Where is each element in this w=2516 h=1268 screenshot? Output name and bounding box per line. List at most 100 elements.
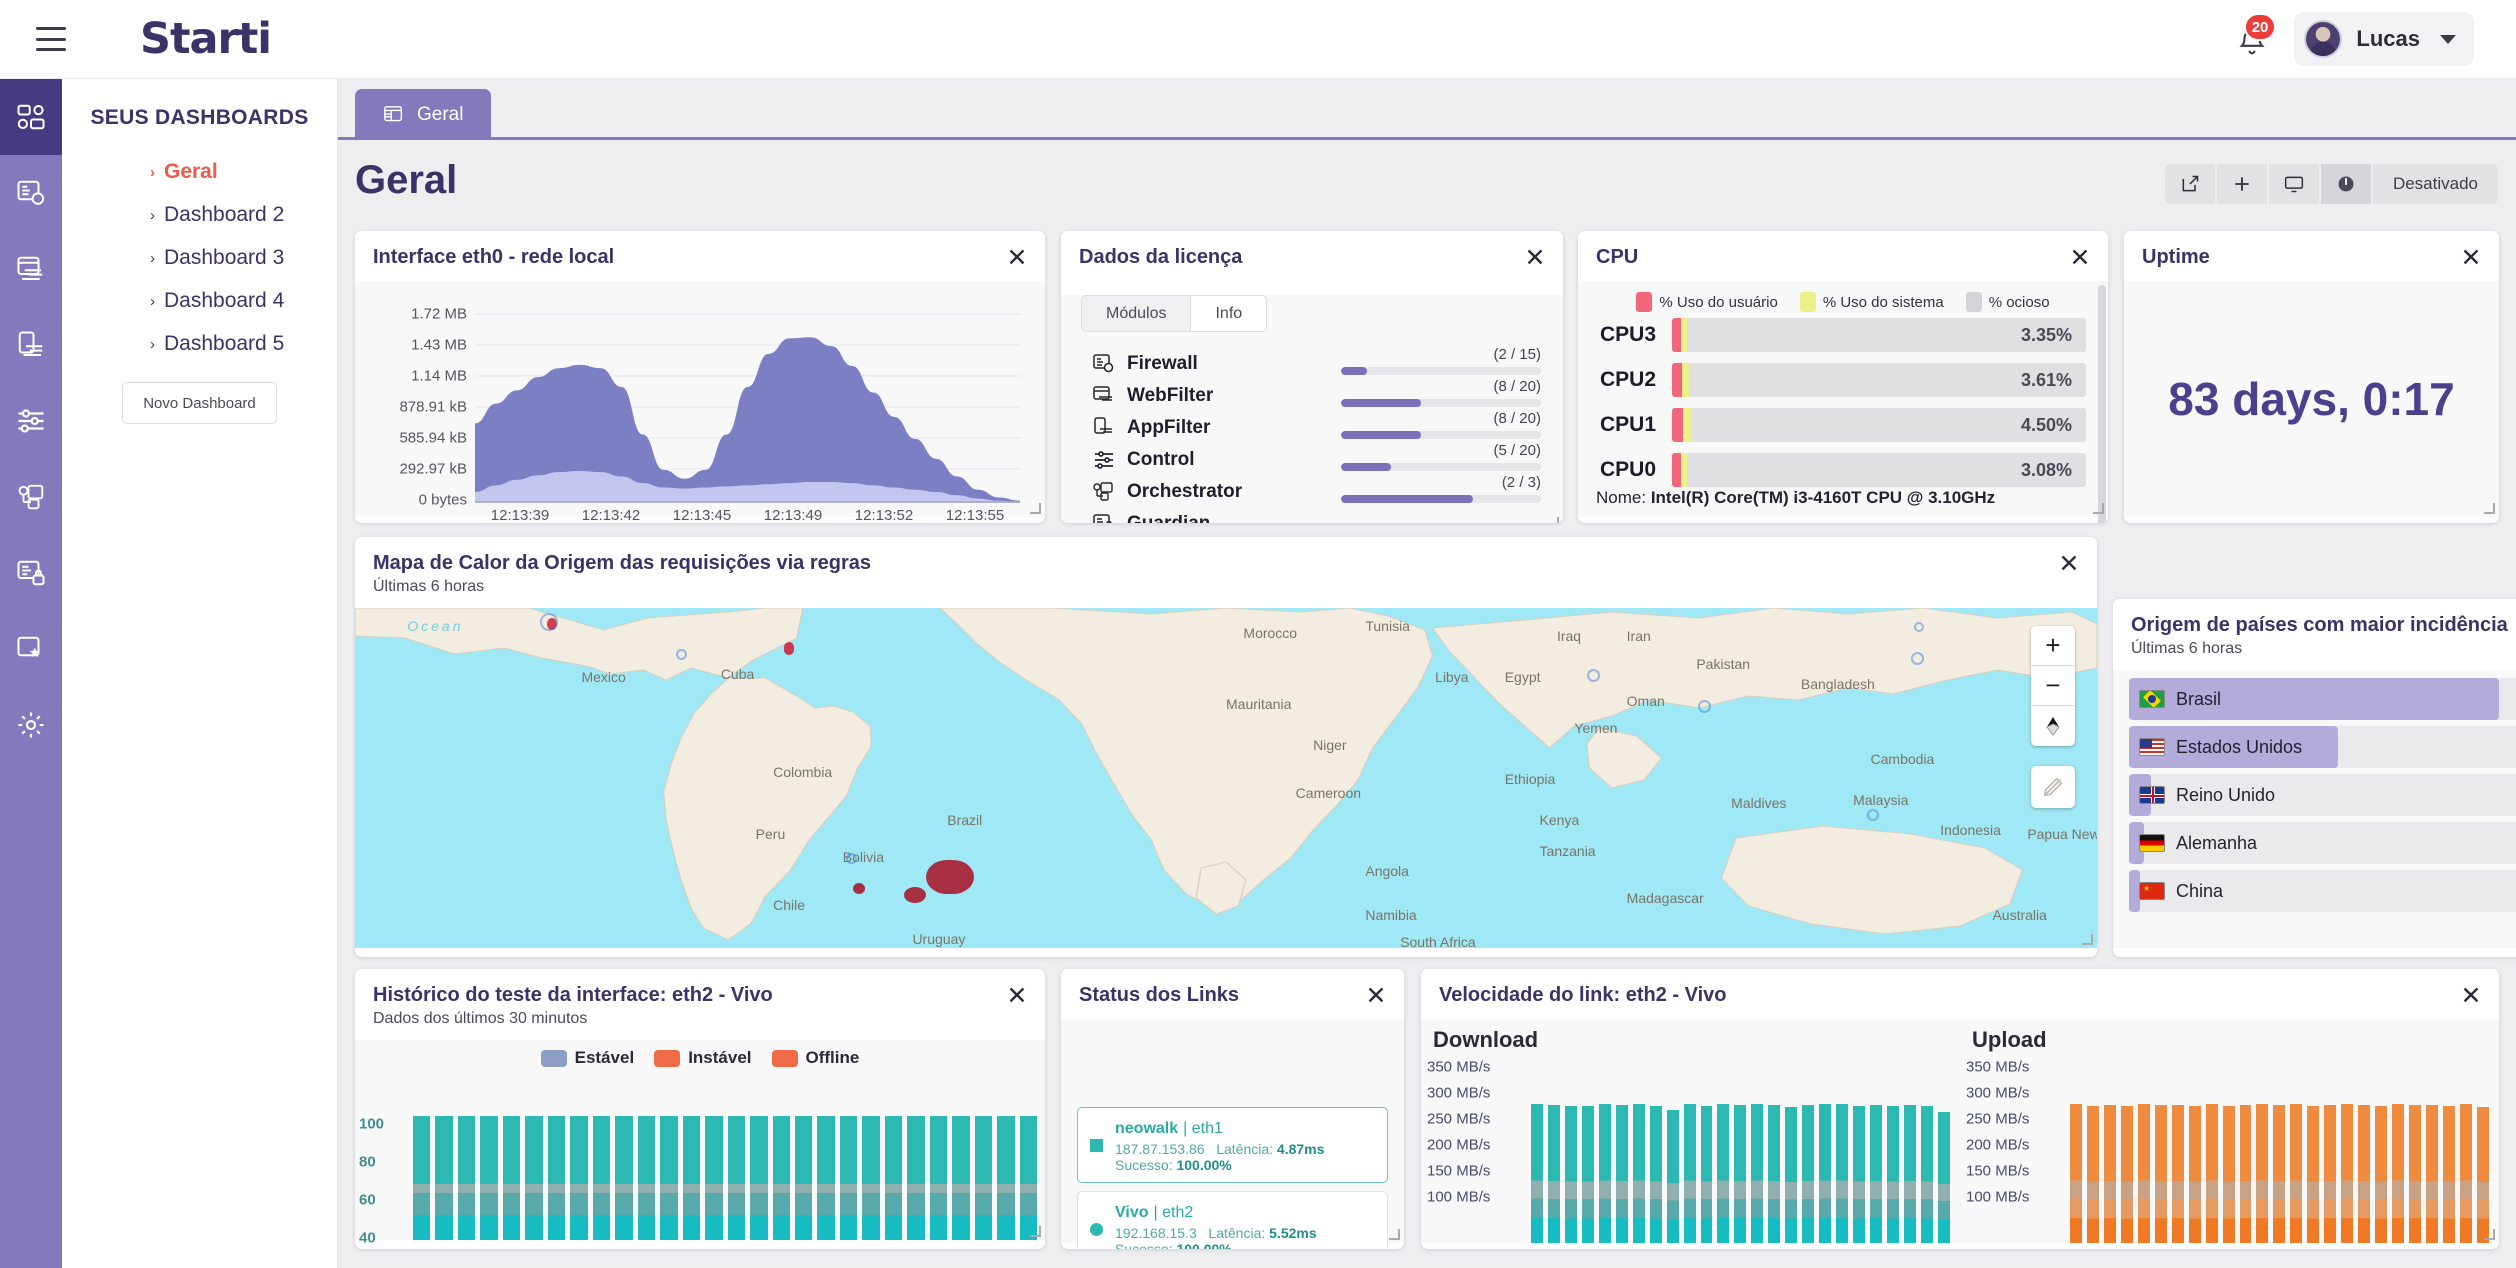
map-zoom-in-button[interactable]: + [2031,626,2075,666]
map-draw-button[interactable] [2031,766,2075,808]
close-icon[interactable]: ✕ [2066,244,2094,272]
y-tick: 80 [359,1153,376,1171]
close-icon[interactable]: ✕ [1521,244,1549,272]
link-item[interactable]: Vivo | eth2 192.168.15.3 Latência: 5.52m… [1077,1191,1388,1249]
country-row[interactable]: Estados Unidos 525 (29.54%) [2129,726,2516,768]
resize-handle[interactable] [1548,517,1559,523]
y-tick: 292.97 kB [399,460,467,478]
map-country-label: Ethiopia [1504,771,1556,788]
close-icon[interactable]: ✕ [1003,982,1031,1010]
country-row[interactable]: ★ China 29 (1.63%) [2129,870,2516,912]
app-logo: Starti [140,14,272,64]
legend-label: Instável [688,1048,752,1067]
sidebar-item-dashboard-2[interactable]: › Dashboard 2 [150,203,337,227]
chevron-right-icon: › [150,335,155,353]
widget-title: CPU [1596,246,1639,268]
cpu-bar: 3.35% [1672,318,2086,352]
rail-item-dashboard[interactable] [0,79,62,155]
widget-subtitle: Últimas 6 horas [373,578,485,595]
close-icon[interactable]: ✕ [2457,982,2485,1010]
edit-dashboard-button[interactable] [2165,164,2217,204]
resize-handle[interactable] [2484,503,2495,514]
rail-item-webfilter[interactable] [0,231,62,307]
bar [1700,1105,1713,1243]
widget-links: Status dos Links ✕ neowalk | eth1 187.87… [1061,969,1404,1249]
rail-item-guardian[interactable] [0,535,62,611]
widget-header: Interface eth0 - rede local ✕ [355,231,1045,281]
status-dot [1090,1222,1103,1236]
bar [750,1116,768,1240]
license-count: (8 / 20) [1493,378,1541,395]
country-row[interactable]: Brasil 1038 (58.41%) [2129,678,2516,720]
rail-item-firewall[interactable] [0,155,62,231]
resize-handle[interactable] [2484,1229,2495,1240]
sidebar-item-dashboard-5[interactable]: › Dashboard 5 [150,332,337,356]
y-axis: 350 MB/s 300 MB/s 250 MB/s 200 MB/s 150 … [1427,1019,1531,1243]
map-country-label: Niger [1313,737,1347,754]
resize-handle[interactable] [2093,503,2104,514]
rail-item-orchestrator[interactable] [0,459,62,535]
country-row[interactable]: Reino Unido 57 (3.21%) [2129,774,2516,816]
auto-refresh-status[interactable]: Desativado [2373,164,2498,204]
flag-gb [2139,786,2165,804]
sidebar-item-dashboard-3[interactable]: › Dashboard 3 [150,246,337,270]
bar [547,1116,566,1240]
license-row: Control (5 / 20) [1091,442,1541,476]
link-ip: 187.87.153.86 [1115,1141,1205,1157]
power-toggle-button[interactable] [2320,164,2373,204]
cpu-row: CPU2 3.61% [1600,363,2086,397]
map-zoom-out-button[interactable]: − [2031,666,2075,706]
rail-item-reports[interactable] [0,611,62,687]
widget-header: Origem de países com maior incidência Úl… [2113,599,2516,670]
resize-handle[interactable] [1030,1226,1041,1237]
bar [1903,1105,1916,1243]
tab-info[interactable]: Info [1191,295,1268,332]
legend-swatch [1799,292,1816,312]
chevron-right-icon: › [150,206,155,224]
close-icon[interactable]: ✕ [1362,982,1390,1010]
new-dashboard-button[interactable]: Novo Dashboard [122,382,277,424]
sidebar-item-geral[interactable]: › Geral [150,160,337,184]
dashboard-toolbar: Desativado [2164,164,2498,204]
map-country-label: Angola [1365,863,1409,879]
rail-item-appfilter[interactable] [0,307,62,383]
cpu-row: CPU3 3.35% [1600,318,2086,352]
add-widget-button[interactable] [2217,164,2269,204]
user-menu-button[interactable]: Lucas [2294,12,2474,66]
tab-geral[interactable]: Geral [355,89,492,140]
fullscreen-button[interactable] [2269,164,2321,204]
hamburger-icon[interactable] [36,27,66,51]
map-country-label: Kenya [1539,812,1580,828]
close-icon[interactable]: ✕ [2055,550,2083,578]
close-icon[interactable]: ✕ [2457,244,2485,272]
license-row: WebFilter (8 / 20) [1091,378,1541,412]
control-sliders-icon [18,409,44,433]
rail-item-settings[interactable] [0,687,62,763]
widget-body: 1.72 MB 1.43 MB 1.14 MB 878.91 kB 585.94… [355,281,1045,523]
link-interface: | eth1 [1183,1120,1223,1137]
bar [1666,1109,1679,1243]
resize-handle[interactable] [2082,934,2093,945]
widget-scrollbar[interactable] [2098,285,2106,523]
close-icon[interactable]: ✕ [1003,244,1031,272]
widget-header: Dados da licença ✕ [1061,231,1563,281]
notifications-button[interactable]: 20 [2232,13,2277,61]
country-row[interactable]: Alemanha 37 (2.08%) [2129,822,2516,864]
map-country-label: Maldives [1731,795,1787,811]
widget-title: Interface eth0 - rede local [373,246,615,268]
sidebar-item-label: Dashboard 4 [164,289,285,312]
rail-item-control[interactable] [0,383,62,459]
star-report-icon [17,636,40,658]
tab-modulos[interactable]: Módulos [1081,295,1192,332]
map-country-label: Libya [1435,669,1469,686]
resize-handle[interactable] [1389,1229,1400,1240]
resize-handle[interactable] [1030,503,1041,514]
license-bar [1341,495,1541,503]
world-map[interactable]: Ocean Mexico Cuba Colombia Peru Brazil Bolivia… [355,608,2097,948]
sidebar-item-dashboard-4[interactable]: › Dashboard 4 [150,289,337,313]
map-compass-button[interactable] [2031,706,2075,746]
license-bar [1341,463,1541,471]
link-item[interactable]: neowalk | eth1 187.87.153.86 Latência: 4… [1077,1107,1388,1183]
legend-swatch [1636,292,1653,312]
widget-uptime: Uptime ✕ 83 days, 0:17 [2124,231,2499,523]
